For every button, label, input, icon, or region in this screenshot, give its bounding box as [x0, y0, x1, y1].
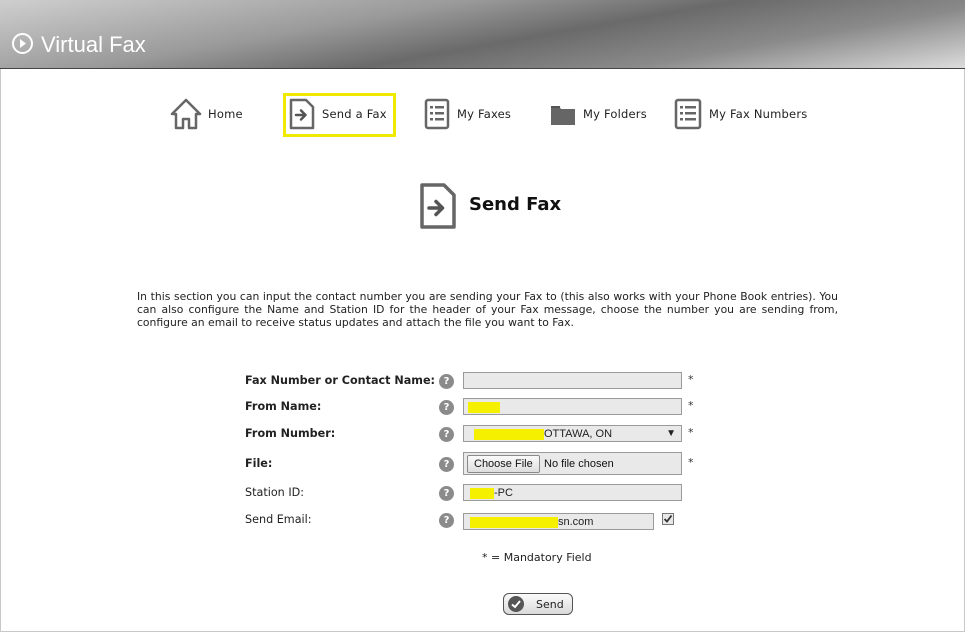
help-icon[interactable]: ? [439, 427, 454, 442]
nav-my-fax-numbers[interactable]: My Fax Numbers [673, 95, 807, 133]
from-number-value: OTTAWA, ON [544, 428, 613, 440]
nav-send-fax-label: Send a Fax [322, 107, 387, 121]
send-email-label: Send Email: [245, 513, 312, 526]
help-icon[interactable]: ? [439, 486, 454, 501]
fax-number-input[interactable] [463, 372, 682, 389]
from-number-label: From Number: [245, 427, 336, 440]
nav-home-label: Home [208, 107, 243, 121]
from-number-select[interactable]: OTTAWA, ON ▼ [463, 425, 682, 442]
app-title: Virtual Fax [41, 32, 146, 57]
required-mark: * [688, 373, 694, 386]
send-button-label: Send [536, 598, 564, 611]
redaction-mark [470, 487, 494, 499]
file-status-text: No file chosen [544, 458, 614, 470]
nav-my-faxes[interactable]: My Faxes [423, 95, 511, 133]
send-document-icon [289, 98, 315, 130]
help-icon[interactable]: ? [439, 513, 454, 528]
list-document-icon [424, 98, 450, 130]
file-label: File: [245, 457, 273, 470]
home-icon [170, 98, 202, 130]
nav-my-faxes-label: My Faxes [457, 107, 512, 121]
send-document-icon [420, 183, 456, 229]
app-header: Virtual Fax [0, 0, 965, 69]
help-icon[interactable]: ? [439, 457, 454, 472]
station-id-value: -PC [494, 487, 513, 499]
redaction-mark [468, 401, 500, 413]
chevron-down-icon: ▼ [666, 428, 676, 439]
intro-text: In this section you can input the contac… [137, 290, 838, 330]
page-title: Send Fax [469, 194, 562, 215]
send-email-input[interactable]: sn.com [463, 513, 654, 530]
redaction-mark [474, 428, 544, 440]
station-id-input[interactable]: -PC [463, 484, 682, 501]
from-name-label: From Name: [245, 400, 322, 413]
from-name-input[interactable]: Ch [463, 398, 682, 415]
help-icon[interactable]: ? [439, 374, 454, 389]
file-input: Choose File No file chosen [463, 452, 682, 475]
fax-number-label: Fax Number or Contact Name: [245, 374, 436, 387]
folder-icon [551, 106, 575, 125]
required-mark: * [688, 399, 694, 412]
redaction-mark [470, 516, 558, 528]
nav-my-fax-numbers-label: My Fax Numbers [709, 107, 808, 121]
help-icon[interactable]: ? [439, 400, 454, 415]
nav-home[interactable]: Home [170, 95, 243, 133]
logo-arrow-icon [12, 33, 33, 54]
station-id-label: Station ID: [245, 486, 305, 499]
nav-my-folders[interactable]: My Folders [549, 95, 647, 133]
required-mark: * [688, 426, 694, 439]
nav-my-folders-label: My Folders [583, 107, 647, 121]
choose-file-button[interactable]: Choose File [467, 455, 540, 473]
send-email-checkbox[interactable] [662, 513, 674, 525]
list-document-icon [674, 98, 702, 130]
mandatory-note: * = Mandatory Field [482, 551, 592, 564]
checkmark-icon [663, 514, 673, 523]
send-button[interactable]: Send [503, 593, 573, 615]
required-mark: * [688, 456, 694, 469]
send-email-value: sn.com [558, 516, 594, 528]
checkmark-icon [508, 596, 524, 612]
nav-send-fax[interactable]: Send a Fax [288, 95, 387, 133]
